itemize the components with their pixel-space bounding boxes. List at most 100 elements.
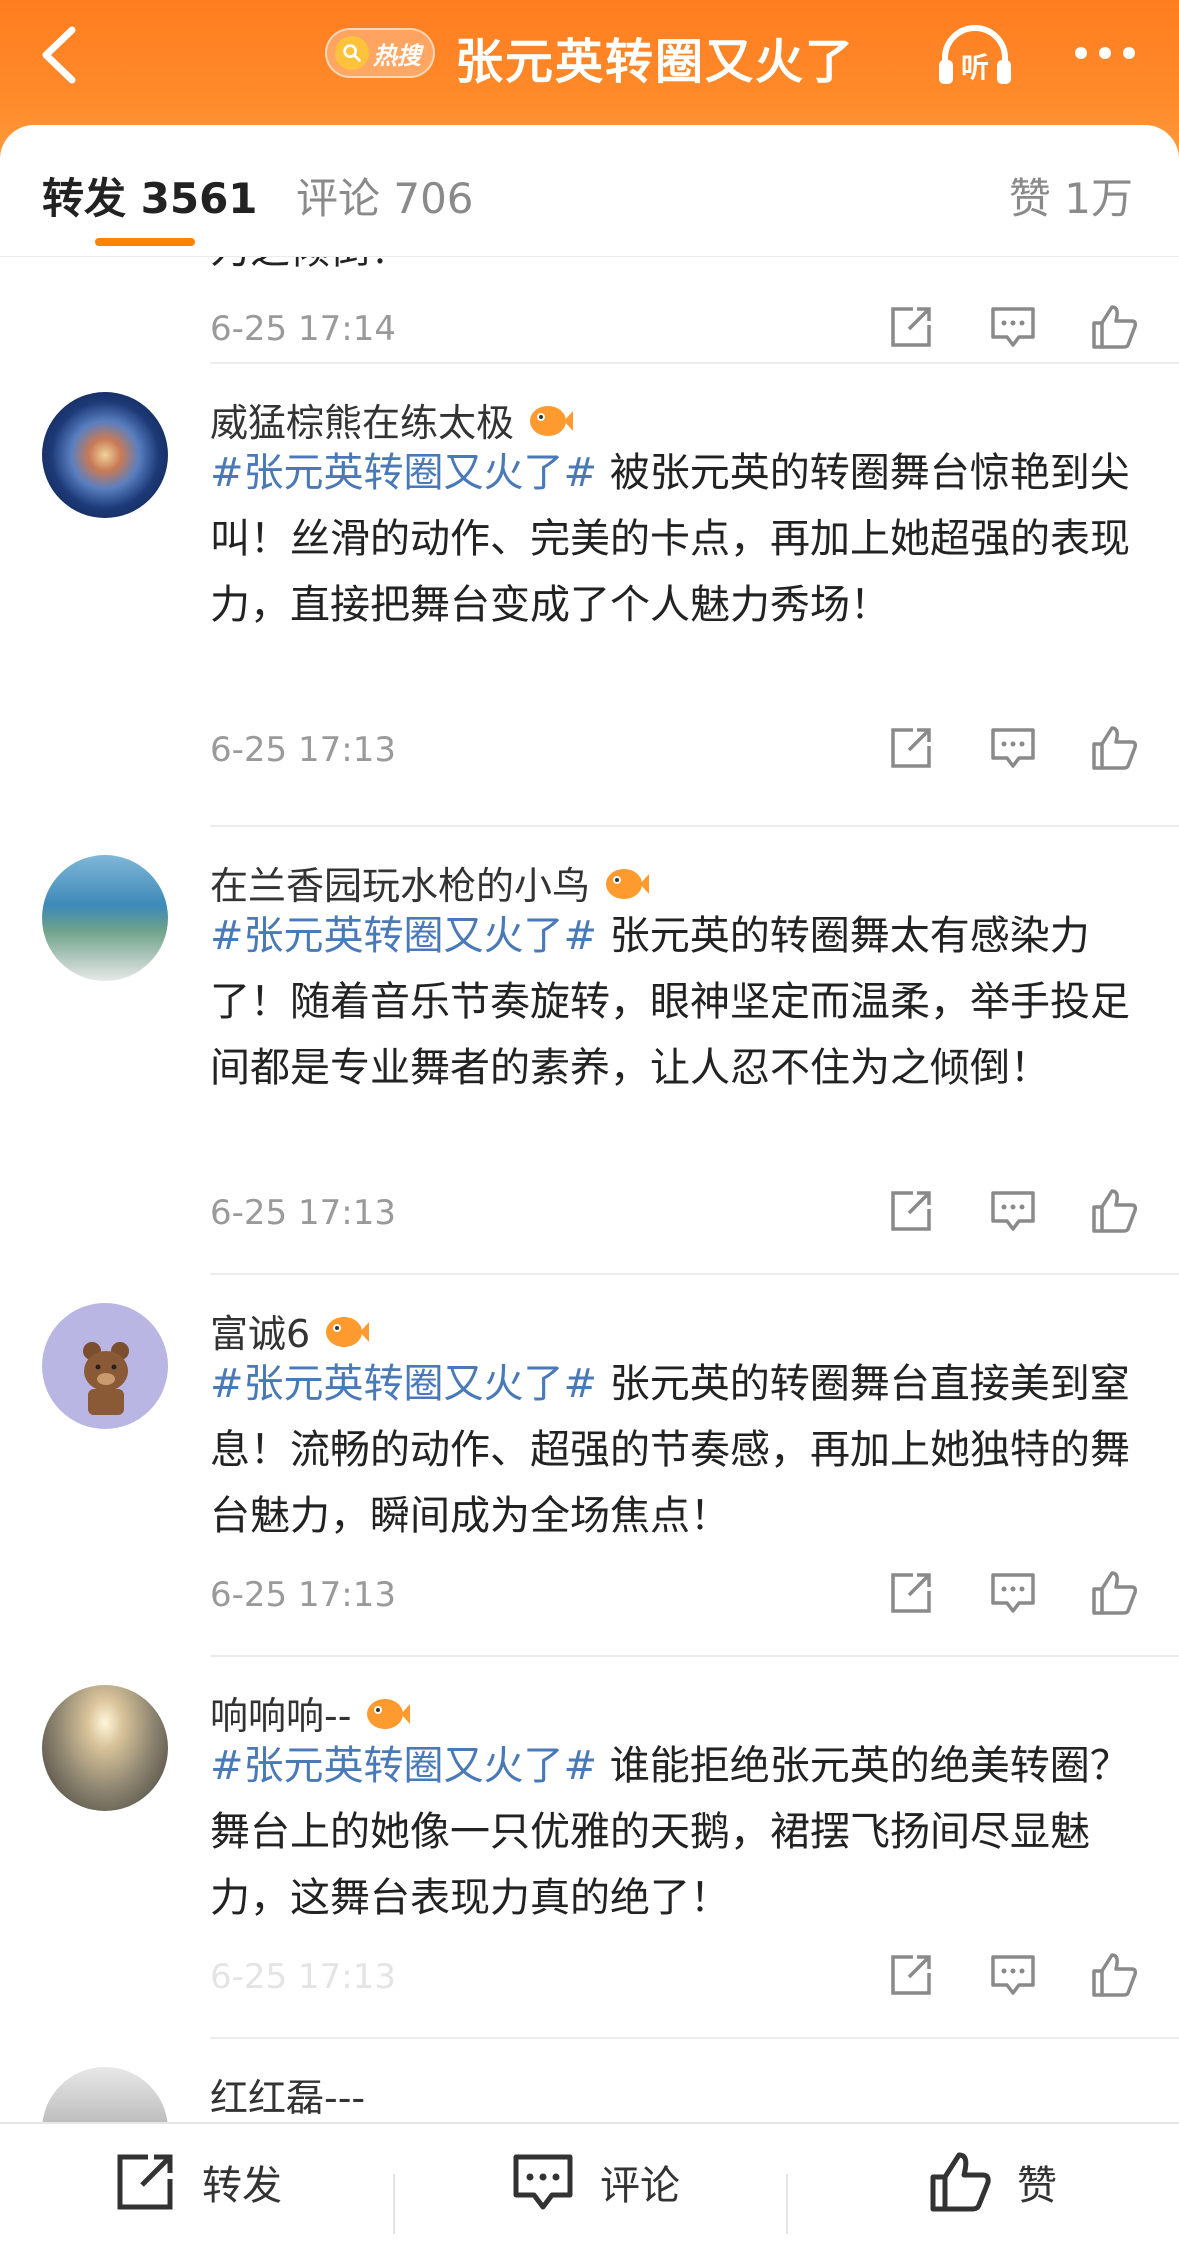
repost-label: 转发 — [202, 2163, 282, 2209]
avatar[interactable] — [42, 392, 168, 518]
comment-icon — [991, 307, 1035, 347]
share-button[interactable] — [885, 1949, 937, 2001]
username[interactable]: 富诚6 — [210, 1303, 310, 1358]
meta-row: 6-25 17:14 — [210, 299, 1140, 359]
more-options-button[interactable] — [1065, 28, 1145, 78]
comment-button[interactable]: 评论 — [508, 2142, 680, 2222]
thumbs-up-icon — [1092, 726, 1138, 770]
tab-bar: 转发 3561 评论 706 赞 1万 — [0, 125, 1179, 257]
comment-icon — [991, 728, 1035, 768]
timestamp: 6-25 17:13 — [210, 730, 396, 770]
name-row: 威猛棕熊在练太极 — [210, 392, 574, 447]
comment-button[interactable] — [987, 722, 1039, 774]
timestamp: 6-25 17:14 — [210, 309, 396, 349]
hot-search-badge[interactable]: 热搜 — [325, 28, 435, 78]
repost-button[interactable]: 转发 — [110, 2142, 282, 2222]
page-title: 张元英转圈又火了 — [455, 34, 856, 90]
hashtag-link[interactable]: #张元英转圈又火了# — [210, 450, 597, 496]
timestamp: 6-25 17:13 — [210, 1575, 396, 1615]
fish-badge-icon — [606, 868, 650, 899]
bear-avatar-icon — [83, 1342, 129, 1415]
list-item[interactable]: 在兰香园玩水枪的小鸟 #张元英转圈又火了# 张元英的转圈舞太有感染力了！随着音乐… — [0, 827, 1179, 1274]
username[interactable]: 红红磊--- — [210, 2067, 365, 2122]
hashtag-link[interactable]: #张元英转圈又火了# — [210, 913, 597, 959]
thumbs-up-icon — [1092, 1953, 1138, 1997]
meta-row: 6-25 17:13 — [210, 1183, 1140, 1243]
search-icon — [335, 36, 369, 70]
thumbs-up-icon — [1092, 305, 1138, 349]
timestamp: 6-25 17:13 — [210, 1957, 396, 1997]
timestamp: 6-25 17:13 — [210, 1193, 396, 1233]
hashtag-link[interactable]: #张元英转圈又火了# — [210, 1743, 597, 1789]
like-button[interactable]: 赞 — [925, 2142, 1057, 2222]
meta-row: 6-25 17:13 — [210, 1947, 1140, 2007]
share-icon — [891, 1191, 931, 1231]
share-icon — [891, 1955, 931, 1995]
comment-label: 评论 — [600, 2163, 680, 2209]
like-button[interactable] — [1088, 301, 1140, 353]
share-button[interactable] — [885, 301, 937, 353]
tab-repost[interactable]: 转发 3561 — [42, 165, 258, 226]
avatar[interactable] — [42, 1303, 168, 1429]
name-row: 富诚6 — [210, 1303, 370, 1358]
share-button[interactable] — [885, 722, 937, 774]
repost-text: #张元英转圈又火了# 张元英的转圈舞台直接美到窒息！流畅的动作、超强的节奏感，再… — [210, 1351, 1140, 1549]
listen-button[interactable]: 听 — [935, 20, 1015, 90]
avatar[interactable] — [42, 855, 168, 981]
thumbs-up-icon — [930, 2152, 991, 2212]
avatar[interactable] — [42, 1685, 168, 1811]
name-row: 红红磊--- — [210, 2067, 365, 2122]
comment-button[interactable] — [987, 301, 1039, 353]
separator — [393, 2174, 395, 2234]
comment-icon — [991, 1191, 1035, 1231]
bottom-action-bar: 转发 评论 赞 — [0, 2122, 1179, 2244]
like-button[interactable] — [1088, 722, 1140, 774]
username[interactable]: 在兰香园玩水枪的小鸟 — [210, 855, 590, 910]
comment-icon — [513, 2154, 573, 2210]
username[interactable]: 响响响-- — [210, 1685, 351, 1740]
like-button[interactable] — [1088, 1567, 1140, 1619]
comment-icon — [991, 1573, 1035, 1613]
like-label: 赞 — [1017, 2163, 1057, 2209]
list-item[interactable]: 红红磊--- — [0, 2039, 1179, 2122]
like-button[interactable] — [1088, 1185, 1140, 1237]
meta-row: 6-25 17:13 — [210, 1565, 1140, 1625]
comment-button[interactable] — [987, 1185, 1039, 1237]
list-item[interactable]: 富诚6 #张元英转圈又火了# 张元英的转圈舞台直接美到窒息！流畅的动作、超强的节… — [0, 1275, 1179, 1655]
comment-button[interactable] — [987, 1567, 1039, 1619]
meta-row: 6-25 17:13 — [210, 720, 1140, 780]
avatar[interactable] — [42, 2067, 168, 2122]
repost-text: #张元英转圈又火了# 张元英的转圈舞太有感染力了！随着音乐节奏旋转，眼神坚定而温… — [210, 903, 1140, 1101]
separator — [786, 2174, 788, 2234]
repost-text: 为之倾倒！ — [210, 257, 1140, 283]
back-arrow-icon — [42, 26, 76, 84]
username[interactable]: 威猛棕熊在练太极 — [210, 392, 514, 447]
fish-badge-icon — [530, 405, 574, 436]
share-button[interactable] — [885, 1185, 937, 1237]
share-button[interactable] — [885, 1567, 937, 1619]
fish-badge-icon — [367, 1698, 411, 1729]
name-row: 在兰香园玩水枪的小鸟 — [210, 855, 650, 910]
repost-text: #张元英转圈又火了# 谁能拒绝张元英的绝美转圈？舞台上的她像一只优雅的天鹅，裙摆… — [210, 1733, 1140, 1931]
thumbs-up-icon — [1092, 1571, 1138, 1615]
name-row: 响响响-- — [210, 1685, 411, 1740]
more-dots-icon — [1075, 47, 1135, 59]
tab-comment[interactable]: 评论 706 — [296, 165, 474, 226]
headphone-icon: 听 — [939, 25, 1011, 84]
list-item[interactable]: 响响响-- #张元英转圈又火了# 谁能拒绝张元英的绝美转圈？舞台上的她像一只优雅… — [0, 1657, 1179, 2037]
active-tab-indicator — [95, 238, 195, 246]
list-item: 为之倾倒！ 6-25 17:14 — [0, 257, 1179, 357]
hot-badge-label: 热搜 — [373, 41, 421, 70]
tab-like[interactable]: 赞 1万 — [1009, 165, 1133, 226]
listen-label: 听 — [961, 51, 989, 84]
repost-icon — [117, 2154, 173, 2210]
hashtag-link[interactable]: #张元英转圈又火了# — [210, 1361, 597, 1407]
share-icon — [891, 307, 931, 347]
like-button[interactable] — [1088, 1949, 1140, 2001]
list-item[interactable]: 威猛棕熊在练太极 #张元英转圈又火了# 被张元英的转圈舞台惊艳到尖叫！丝滑的动作… — [0, 364, 1179, 811]
back-button[interactable] — [30, 20, 90, 90]
repost-feed[interactable]: 为之倾倒！ 6-25 17:14 威猛棕熊在练太极 #张元英转圈又火了# 被张元… — [0, 257, 1179, 2122]
share-icon — [891, 728, 931, 768]
comment-button[interactable] — [987, 1949, 1039, 2001]
repost-text: #张元英转圈又火了# 被张元英的转圈舞台惊艳到尖叫！丝滑的动作、完美的卡点，再加… — [210, 440, 1140, 638]
